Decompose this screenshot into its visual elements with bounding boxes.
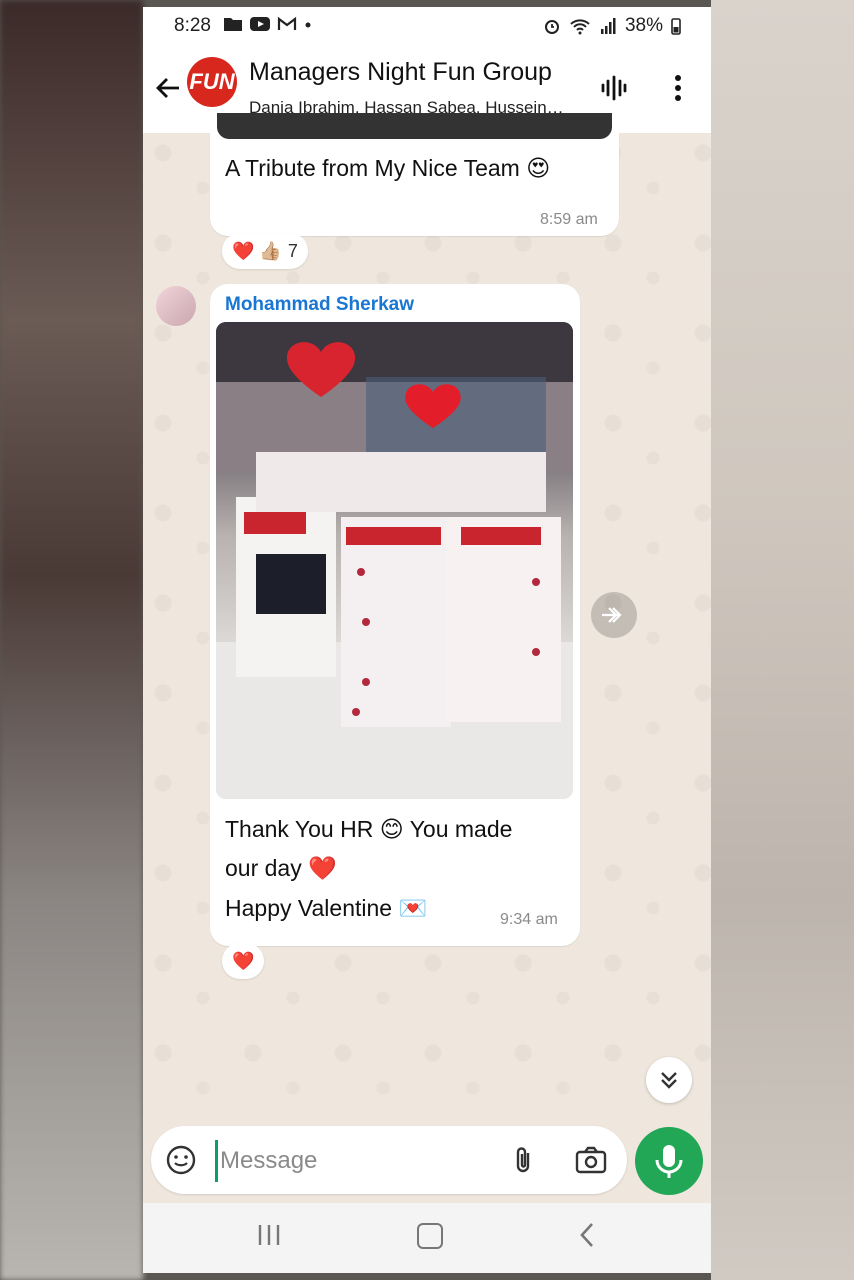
chat-area[interactable]: A Tribute from My Nice Team 😍 8:59 am ❤️… bbox=[143, 113, 711, 1133]
message-text-content: A Tribute from My Nice Team bbox=[225, 155, 520, 181]
voice-call-icon[interactable] bbox=[599, 73, 629, 103]
battery-percent: 38% bbox=[624, 15, 663, 36]
message-line-2: our day ❤️ bbox=[225, 848, 337, 888]
system-nav-bar bbox=[143, 1203, 711, 1273]
blurred-backdrop-left bbox=[0, 0, 143, 1280]
love-letter-emoji: 💌 bbox=[398, 895, 428, 921]
blurred-backdrop-right bbox=[711, 0, 854, 1280]
nav-back-icon[interactable] bbox=[577, 1221, 597, 1249]
sticker-icon[interactable] bbox=[165, 1144, 197, 1176]
notification-icons bbox=[223, 16, 313, 32]
group-title[interactable]: Managers Night Fun Group bbox=[249, 58, 552, 87]
signal-icon bbox=[600, 18, 616, 34]
dot-icon bbox=[305, 22, 311, 28]
message-photo[interactable] bbox=[216, 322, 573, 799]
scroll-to-bottom-button[interactable] bbox=[646, 1057, 692, 1103]
group-avatar[interactable]: FUN bbox=[187, 57, 237, 107]
forward-button[interactable] bbox=[591, 592, 637, 638]
message-line-1b-text: You made bbox=[409, 816, 513, 842]
message-line-1: Thank You HR 😊 You made bbox=[225, 809, 512, 849]
smiling-emoji: 😊 bbox=[379, 816, 404, 842]
gmail-icon bbox=[277, 16, 297, 30]
microphone-icon bbox=[655, 1145, 683, 1178]
home-icon[interactable] bbox=[417, 1223, 443, 1249]
reaction-count: 7 bbox=[287, 240, 298, 261]
message-time: 8:59 am bbox=[540, 211, 598, 228]
wifi-icon bbox=[570, 19, 590, 35]
message-composer bbox=[151, 1126, 627, 1194]
message-time: 9:34 am bbox=[500, 911, 558, 928]
message-input[interactable] bbox=[215, 1140, 492, 1182]
folder-icon bbox=[224, 18, 242, 31]
back-arrow-icon[interactable] bbox=[153, 73, 183, 103]
alarm-icon bbox=[544, 20, 559, 34]
message-line-2-text: our day bbox=[225, 855, 302, 881]
reactions-badge[interactable]: ❤️ 👍🏼 7 bbox=[222, 233, 308, 269]
youtube-icon bbox=[250, 17, 270, 31]
recent-apps-icon[interactable] bbox=[256, 1223, 282, 1247]
attach-icon[interactable] bbox=[508, 1144, 538, 1176]
forward-icon bbox=[602, 607, 622, 623]
image-thumbnail-bottom[interactable] bbox=[217, 113, 612, 139]
message-line-3: Happy Valentine 💌 bbox=[225, 888, 427, 928]
more-options-icon[interactable] bbox=[668, 73, 688, 103]
status-time: 8:28 bbox=[174, 15, 211, 36]
reactions-badge[interactable]: ❤️ bbox=[222, 943, 265, 979]
status-right: 38% bbox=[543, 15, 681, 37]
phone-screen: 8:28 38% FUN Managers Night Fun Group Da… bbox=[143, 7, 711, 1273]
photo-illustration bbox=[216, 322, 573, 799]
battery-icon bbox=[671, 18, 681, 35]
message-bubble[interactable]: A Tribute from My Nice Team 😍 8:59 am bbox=[210, 113, 619, 236]
message-line-3-text: Happy Valentine bbox=[225, 895, 393, 921]
reaction-emojis: ❤️ bbox=[232, 950, 255, 971]
voice-message-button[interactable] bbox=[635, 1127, 703, 1195]
status-bar: 8:28 38% bbox=[143, 7, 711, 43]
message-bubble-image[interactable]: Mohammad Sherkaw Thank You HR 😊 You made… bbox=[210, 284, 580, 946]
message-text: A Tribute from My Nice Team 😍 bbox=[225, 148, 550, 188]
camera-icon[interactable] bbox=[574, 1144, 608, 1176]
heart-eyes-emoji: 😍 bbox=[526, 155, 551, 181]
message-line-1-text: Thank You HR bbox=[225, 816, 374, 842]
sender-name[interactable]: Mohammad Sherkaw bbox=[225, 294, 414, 316]
red-heart-emoji: ❤️ bbox=[308, 855, 337, 881]
reaction-emojis: ❤️ 👍🏼 bbox=[232, 240, 282, 261]
double-chevron-down-icon bbox=[661, 1072, 677, 1089]
sender-avatar[interactable] bbox=[156, 286, 196, 326]
